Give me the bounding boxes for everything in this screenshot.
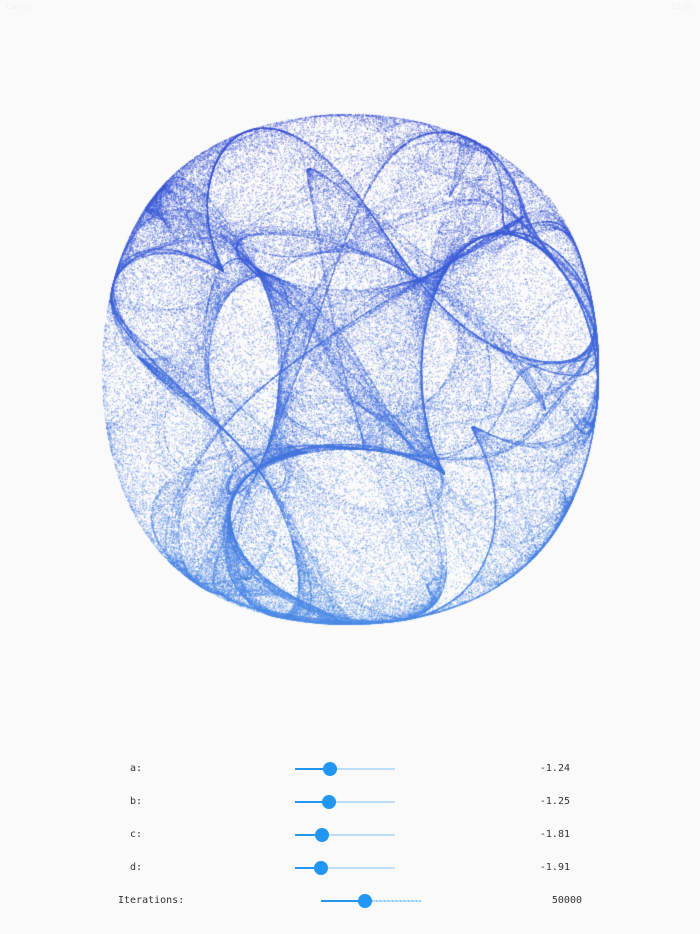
slider-thumb[interactable] <box>322 795 336 809</box>
iterations-slider[interactable] <box>321 891 421 911</box>
param-b-row: b: -1.25 <box>0 792 700 812</box>
status-time: 12:00 <box>670 2 694 11</box>
iterations-label: Iterations: <box>118 895 185 906</box>
iterations-row: Iterations: 50000 <box>0 891 700 911</box>
slider-thumb[interactable] <box>323 762 337 776</box>
param-a-label: a: <box>130 763 143 774</box>
param-c-label: c: <box>130 829 143 840</box>
status-bar: Carrier 12:00 <box>0 0 700 14</box>
param-b-value: -1.25 <box>539 796 570 807</box>
param-a-value: -1.24 <box>539 763 570 774</box>
attractor-canvas <box>0 14 700 714</box>
param-c-value: -1.81 <box>539 829 570 840</box>
param-d-slider[interactable] <box>295 858 395 878</box>
status-carrier: Carrier <box>6 2 34 11</box>
param-a-row: a: -1.24 <box>0 759 700 779</box>
iterations-value: 50000 <box>551 895 582 906</box>
param-b-label: b: <box>130 796 143 807</box>
param-c-slider[interactable] <box>295 825 395 845</box>
param-d-row: d: -1.91 <box>0 858 700 878</box>
param-c-row: c: -1.81 <box>0 825 700 845</box>
param-d-label: d: <box>130 862 143 873</box>
param-a-slider[interactable] <box>295 759 395 779</box>
slider-thumb[interactable] <box>358 894 372 908</box>
param-b-slider[interactable] <box>295 792 395 812</box>
param-d-value: -1.91 <box>539 862 570 873</box>
slider-thumb[interactable] <box>315 828 329 842</box>
slider-thumb[interactable] <box>314 861 328 875</box>
